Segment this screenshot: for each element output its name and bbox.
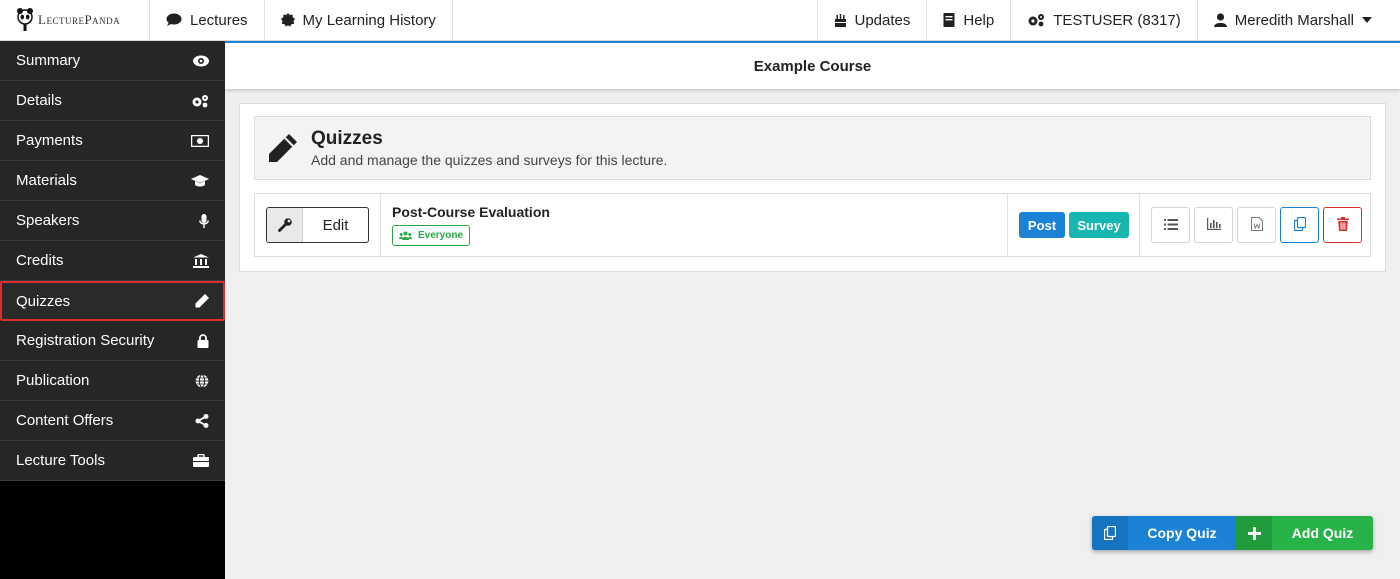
sidebar-item-lecture-tools[interactable]: Lecture Tools	[0, 441, 225, 481]
copy-quiz-button[interactable]: Copy Quiz	[1092, 516, 1236, 550]
nav-spacer	[453, 0, 818, 40]
sidebar-item-materials[interactable]: Materials	[0, 161, 225, 201]
sidebar-item-label: Payments	[16, 132, 83, 149]
user-icon	[1213, 13, 1227, 27]
word-file-icon	[1250, 216, 1263, 234]
quiz-row: Edit Post-Course Evaluation Everyone Pos…	[254, 193, 1371, 257]
lock-icon	[197, 333, 209, 348]
sidebar-item-label: Materials	[16, 172, 77, 189]
nav-help-label: Help	[963, 11, 995, 29]
money-icon	[191, 134, 209, 147]
quizzes-description: Add and manage the quizzes and surveys f…	[311, 152, 668, 168]
questions-list-button[interactable]	[1151, 207, 1190, 243]
copy-icon	[1092, 516, 1128, 550]
quiz-edit-cell: Edit	[255, 194, 381, 256]
book-icon	[943, 13, 955, 27]
sidebar-item-label: Summary	[16, 52, 81, 69]
eye-icon	[193, 55, 209, 67]
quiz-info-cell: Post-Course Evaluation Everyone	[381, 194, 1008, 256]
sidebar-item-details[interactable]: Details	[0, 81, 225, 121]
cogs-icon	[1027, 13, 1045, 27]
sidebar-menu: Summary Details Payments Materials Speak…	[0, 41, 225, 481]
sidebar-item-label: Publication	[16, 372, 90, 389]
globe-icon	[195, 373, 209, 388]
cake-icon	[834, 13, 847, 27]
institution-icon	[193, 253, 209, 268]
nav-lectures[interactable]: Lectures	[150, 0, 265, 40]
sidebar-item-content-offers[interactable]: Content Offers	[0, 401, 225, 441]
export-word-button[interactable]	[1237, 207, 1276, 243]
tag-survey: Survey	[1069, 212, 1129, 238]
add-quiz-button[interactable]: Add Quiz	[1236, 516, 1373, 550]
copy-quiz-label: Copy Quiz	[1147, 525, 1217, 541]
cogs-icon	[191, 94, 209, 108]
sidebar-item-registration-security[interactable]: Registration Security	[0, 321, 225, 361]
sidebar-item-summary[interactable]: Summary	[0, 41, 225, 81]
nav-updates[interactable]: Updates	[818, 0, 928, 40]
quizzes-title: Quizzes	[311, 128, 383, 149]
chevron-down-icon	[1362, 17, 1372, 23]
bottom-action-group: Copy Quiz Add Quiz	[1092, 516, 1373, 550]
sidebar-item-publication[interactable]: Publication	[0, 361, 225, 401]
nav-learning-history-label: My Learning History	[302, 11, 436, 29]
quiz-actions-cell	[1140, 194, 1370, 256]
plus-icon	[1236, 516, 1272, 550]
sidebar: Summary Details Payments Materials Speak…	[0, 41, 225, 579]
sidebar-item-quizzes[interactable]: Quizzes	[0, 281, 225, 321]
sidebar-item-speakers[interactable]: Speakers	[0, 201, 225, 241]
sidebar-item-label: Lecture Tools	[16, 452, 105, 469]
share-icon	[195, 413, 209, 428]
add-quiz-label: Add Quiz	[1291, 525, 1354, 541]
quiz-title: Post-Course Evaluation	[392, 204, 550, 220]
sidebar-item-label: Registration Security	[16, 332, 155, 349]
nav-learning-history[interactable]: My Learning History	[265, 0, 453, 40]
sidebar-item-label: Details	[16, 92, 62, 109]
nav-user-label: Meredith Marshall	[1234, 11, 1354, 29]
sidebar-item-label: Credits	[16, 252, 64, 269]
list-icon	[1163, 217, 1178, 233]
nav-updates-label: Updates	[854, 11, 911, 29]
audience-badge: Everyone	[392, 225, 471, 246]
copy-quiz-row-button[interactable]	[1280, 207, 1319, 243]
microphone-icon	[199, 213, 209, 228]
graduation-cap-icon	[191, 174, 209, 187]
nav-lectures-label: Lectures	[190, 11, 248, 29]
wrench-icon	[267, 208, 303, 242]
edit-quiz-label: Edit	[322, 216, 349, 234]
nav-help[interactable]: Help	[927, 0, 1012, 40]
sidebar-item-label: Quizzes	[16, 292, 71, 310]
tag-post: Post	[1019, 212, 1065, 238]
audience-label: Everyone	[418, 230, 464, 241]
nav-account[interactable]: TESTUSER (8317)	[1011, 0, 1198, 40]
edit-quiz-button[interactable]: Edit	[266, 207, 369, 243]
quizzes-header: Quizzes Add and manage the quizzes and s…	[254, 116, 1371, 180]
brand-logo[interactable]: LecturePanda	[0, 0, 150, 40]
sidebar-item-credits[interactable]: Credits	[0, 241, 225, 281]
trash-icon	[1336, 216, 1349, 234]
nav-account-label: TESTUSER (8317)	[1053, 11, 1181, 29]
brand-name: LecturePanda	[38, 12, 121, 27]
top-navbar: LecturePanda Lectures My Learning Histor…	[0, 0, 1400, 41]
panda-logo-icon	[16, 7, 34, 34]
course-title: Example Course	[753, 57, 872, 75]
comment-icon	[166, 13, 182, 27]
bar-chart-icon	[1206, 217, 1221, 233]
quiz-tags-cell: Post Survey	[1008, 194, 1140, 256]
pencil-icon	[255, 133, 311, 163]
pencil-icon	[195, 294, 209, 308]
badge-icon	[280, 13, 295, 27]
quizzes-panel: Quizzes Add and manage the quizzes and s…	[239, 103, 1386, 272]
copy-icon	[1293, 216, 1306, 234]
sidebar-item-label: Content Offers	[16, 412, 114, 429]
nav-user-menu[interactable]: Meredith Marshall	[1198, 0, 1400, 40]
briefcase-icon	[193, 454, 209, 467]
sidebar-item-label: Speakers	[16, 212, 80, 229]
results-chart-button[interactable]	[1194, 207, 1233, 243]
delete-quiz-button[interactable]	[1323, 207, 1362, 243]
sidebar-item-payments[interactable]: Payments	[0, 121, 225, 161]
course-title-bar: Example Course	[225, 41, 1400, 89]
users-icon	[399, 231, 412, 240]
